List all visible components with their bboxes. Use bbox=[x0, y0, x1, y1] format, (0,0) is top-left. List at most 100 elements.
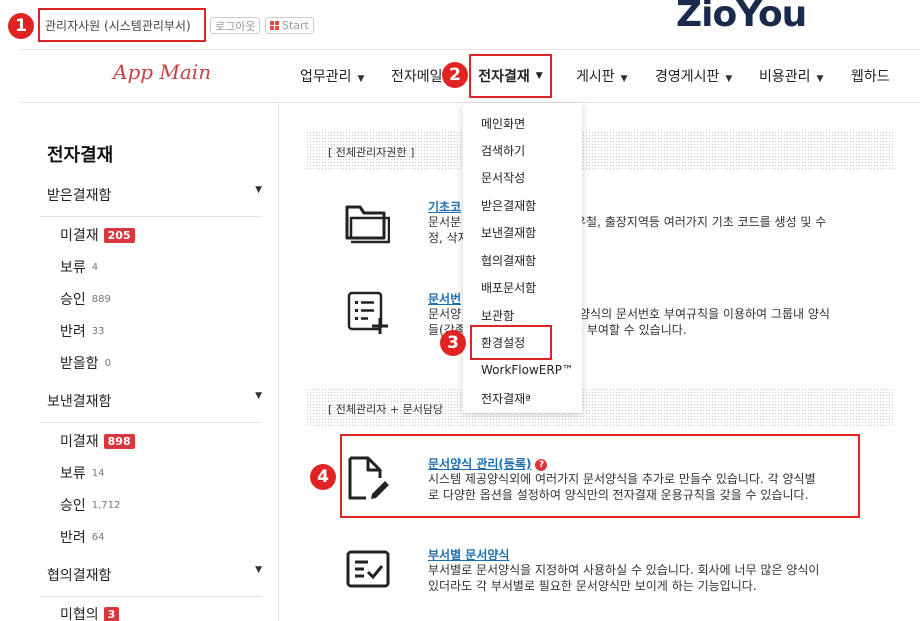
sidebar-item-label: 보류 bbox=[60, 466, 86, 482]
nav-top-divider bbox=[20, 49, 920, 50]
sidebar-item-sent-rejected[interactable]: 반려 64 bbox=[60, 527, 105, 547]
dropdown-item-approval-a[interactable]: 전자결재ª bbox=[481, 390, 531, 407]
dept-form-desc-line2: 있더라도 각 부서별로 필요한 문서양식만 보이게 하는 기능입니다. bbox=[428, 579, 757, 593]
step-marker-2: 2 bbox=[442, 62, 468, 88]
dept-form-link[interactable]: 부서별 문서양식 bbox=[428, 546, 509, 563]
nav-item-approval[interactable]: 전자결재 ▼ bbox=[469, 54, 552, 98]
brand-logo: ZioYou bbox=[676, 0, 807, 35]
caret-down-icon: ▼ bbox=[255, 185, 262, 195]
sidebar-item-consult-pending[interactable]: 미협의 3 bbox=[60, 604, 120, 621]
nav-item-label: 경영게시판 bbox=[655, 69, 720, 85]
step-marker-3: 3 bbox=[440, 330, 466, 356]
sidebar-item-label: 미결재 bbox=[60, 434, 99, 450]
item-count: 0 bbox=[104, 357, 112, 369]
sidebar bbox=[20, 103, 279, 621]
caret-down-icon: ▼ bbox=[816, 74, 824, 84]
nav-item-label: 웹하드 bbox=[851, 69, 890, 85]
doc-number-desc: 문서양 bbox=[428, 307, 462, 321]
section-header-label: [ 전체관리자권한 ] bbox=[328, 146, 415, 159]
caret-down-icon: ▼ bbox=[535, 71, 543, 81]
current-user-box: 관리자사원 (시스템관리부서) bbox=[38, 8, 206, 42]
dropdown-item-write[interactable]: 문서작성 bbox=[481, 169, 525, 186]
logout-button[interactable]: 로그아웃 bbox=[210, 17, 261, 34]
file-edit-icon bbox=[348, 456, 389, 500]
sidebar-divider bbox=[40, 422, 261, 423]
sidebar-title: 전자결재 bbox=[47, 145, 114, 166]
nav-item-label: 전자메일 bbox=[391, 69, 443, 85]
sidebar-group-label: 협의결재함 bbox=[47, 568, 112, 584]
dropdown-item-consult[interactable]: 협의결재함 bbox=[481, 252, 536, 269]
sidebar-divider bbox=[40, 596, 261, 597]
nav-item-label: 전자결재 bbox=[478, 69, 530, 85]
sidebar-item-received-hold[interactable]: 보류 4 bbox=[60, 257, 98, 277]
sidebar-item-label: 반려 bbox=[60, 324, 86, 340]
dept-form-desc: 부서별로 문서양식을 지정하여 사용하실 수 있습니다. 회사에 너무 많은 양… bbox=[428, 563, 820, 577]
dropdown-item-search[interactable]: 검색하기 bbox=[481, 142, 525, 159]
nav-item-work[interactable]: 업무관리 ▼ bbox=[300, 66, 364, 86]
desc-text: 문서분 bbox=[428, 215, 462, 229]
doc-form-manage-link[interactable]: 문서양식 관리(등록)? bbox=[428, 455, 548, 472]
dropdown-item-sent[interactable]: 보낸결재함 bbox=[481, 224, 536, 241]
item-count: 64 bbox=[91, 531, 105, 543]
sidebar-item-received-rejected[interactable]: 반려 33 bbox=[60, 321, 105, 341]
sidebar-item-label: 반려 bbox=[60, 530, 86, 546]
count-badge: 205 bbox=[103, 227, 135, 243]
dropdown-item-distribution[interactable]: 배포문서함 bbox=[481, 279, 536, 296]
current-user-label: 관리자사원 (시스템관리부서) bbox=[45, 18, 191, 33]
doc-number-link[interactable]: 문서번 bbox=[428, 290, 461, 307]
doc-form-manage-desc-line2: 로 다양한 옵션을 설정하여 양식만의 전자결재 운용규칙을 갖을 수 있습니다… bbox=[428, 488, 809, 502]
item-count: 14 bbox=[91, 467, 105, 479]
nav-item-label: 게시판 bbox=[576, 69, 615, 85]
sidebar-item-received-inbox[interactable]: 받을함 0 bbox=[60, 353, 111, 373]
nav-item-label: 비용관리 bbox=[759, 69, 811, 85]
nav-item-label: 업무관리 bbox=[300, 69, 352, 85]
count-badge: 898 bbox=[103, 433, 135, 449]
section-header-label: [ 전체관리자 + 문서담당 bbox=[328, 403, 444, 416]
basic-code-desc-tail: 우철, 출장지역등 여러가지 기초 코드를 생성 및 수 bbox=[575, 215, 827, 229]
dropdown-item-workflow-erp[interactable]: WorkFlowERP™ bbox=[481, 363, 574, 377]
step-marker-1: 1 bbox=[8, 13, 34, 39]
start-button[interactable]: Start bbox=[265, 17, 314, 34]
doc-number-desc-line2-tail: 를 부여할 수 있습니다. bbox=[572, 323, 687, 337]
folder-icon bbox=[345, 205, 390, 244]
sidebar-group-consult[interactable]: 협의결재함 ▼ bbox=[47, 565, 262, 585]
sidebar-item-label: 승인 bbox=[60, 498, 86, 514]
basic-code-desc: 문서분 bbox=[428, 214, 461, 230]
caret-down-icon: ▼ bbox=[725, 74, 733, 84]
app-main-logo[interactable]: App Main bbox=[113, 60, 211, 84]
sidebar-item-label: 보류 bbox=[60, 260, 86, 276]
sidebar-item-received-approved[interactable]: 승인 889 bbox=[60, 289, 111, 309]
sidebar-item-label: 미협의 bbox=[60, 607, 99, 621]
doc-form-manage-desc: 시스템 제공양식외에 여러가지 문서양식을 추가로 만들수 있습니다. 각 양식… bbox=[428, 472, 816, 486]
item-count: 33 bbox=[91, 325, 105, 337]
sidebar-item-sent-approved[interactable]: 승인 1,712 bbox=[60, 495, 120, 515]
sidebar-item-label: 미결재 bbox=[60, 228, 99, 244]
sidebar-group-sent[interactable]: 보낸결재함 ▼ bbox=[47, 391, 262, 411]
sidebar-item-received-pending[interactable]: 미결재 205 bbox=[60, 225, 135, 245]
sidebar-item-label: 받을함 bbox=[60, 356, 99, 372]
nav-item-email[interactable]: 전자메일 bbox=[391, 66, 443, 86]
sidebar-item-label: 승인 bbox=[60, 292, 86, 308]
dropdown-item-archive[interactable]: 보관함 bbox=[481, 307, 514, 324]
section-header-admin-doc: [ 전체관리자 + 문서담당 bbox=[306, 388, 895, 428]
sidebar-divider bbox=[40, 216, 261, 217]
nav-item-webhard[interactable]: 웹하드 bbox=[851, 66, 890, 86]
help-icon[interactable]: ? bbox=[535, 458, 548, 471]
checklist-icon bbox=[346, 550, 390, 588]
caret-down-icon: ▼ bbox=[357, 74, 365, 84]
dropdown-item-main[interactable]: 메인화면 bbox=[481, 115, 525, 132]
sidebar-item-sent-hold[interactable]: 보류 14 bbox=[60, 463, 105, 483]
nav-item-mgmt-board[interactable]: 경영게시판 ▼ bbox=[655, 66, 732, 86]
dropdown-item-settings[interactable]: 환경설정 bbox=[481, 334, 525, 351]
basic-code-link[interactable]: 기초코 bbox=[428, 198, 461, 215]
sidebar-item-sent-pending[interactable]: 미결재 898 bbox=[60, 431, 135, 451]
caret-down-icon: ▼ bbox=[620, 74, 628, 84]
dropdown-item-received[interactable]: 받은결재함 bbox=[481, 197, 536, 214]
windows-icon bbox=[270, 21, 279, 30]
start-label: Start bbox=[282, 19, 309, 32]
sidebar-group-received[interactable]: 받은결재함 ▼ bbox=[47, 185, 262, 205]
nav-item-expense[interactable]: 비용관리 ▼ bbox=[759, 66, 823, 86]
sidebar-group-label: 받은결재함 bbox=[47, 188, 112, 204]
nav-item-board[interactable]: 게시판 ▼ bbox=[576, 66, 628, 86]
sidebar-group-label: 보낸결재함 bbox=[47, 394, 112, 410]
